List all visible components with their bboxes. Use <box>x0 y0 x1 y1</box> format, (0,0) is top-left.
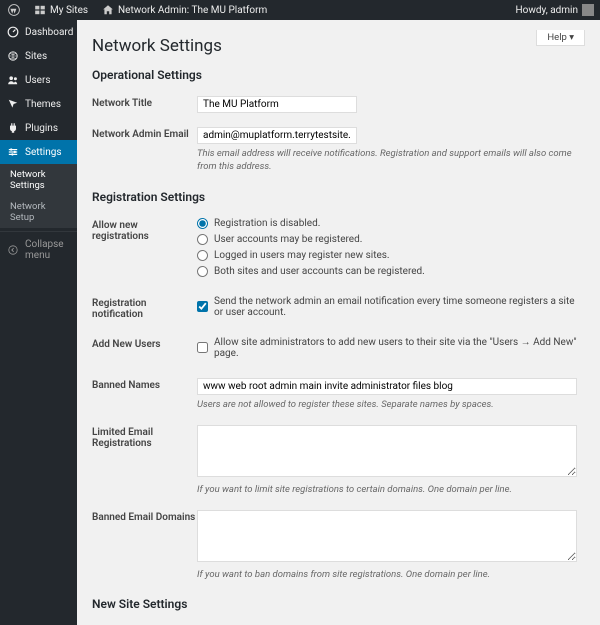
wordpress-icon <box>8 4 20 16</box>
submenu-network-setup[interactable]: Network Setup <box>0 196 77 228</box>
limited-email-label: Limited Email Registrations <box>92 425 197 496</box>
admin-sidebar: Dashboard Sites Users Themes Plugins Set… <box>0 20 77 625</box>
help-tab[interactable]: Help ▾ <box>536 30 585 46</box>
reg-opt: Both sites and user accounts can be regi… <box>214 266 425 277</box>
home-icon <box>102 4 114 16</box>
menu-label: Users <box>25 75 51 86</box>
add-users-label: Add New Users <box>92 337 197 364</box>
banned-names-input[interactable] <box>197 378 577 395</box>
reg-both-radio[interactable] <box>197 266 208 277</box>
menu-dashboard[interactable]: Dashboard <box>0 20 77 44</box>
reg-logged-radio[interactable] <box>197 250 208 261</box>
collapse-menu[interactable]: Collapse menu <box>0 231 77 268</box>
menu-label: Themes <box>25 99 61 110</box>
section-registration: Registration Settings <box>92 190 585 204</box>
submenu-network-settings[interactable]: Network Settings <box>0 164 77 196</box>
section-newsite: New Site Settings <box>92 597 585 611</box>
network-admin-link[interactable]: Network Admin: The MU Platform <box>98 4 271 16</box>
banned-domains-textarea[interactable] <box>197 510 577 562</box>
reg-notify-label: Registration notification <box>92 296 197 323</box>
reg-notify-checkbox[interactable] <box>197 301 208 312</box>
reg-notify-opt: Send the network admin an email notifica… <box>214 296 585 318</box>
menu-label: Sites <box>25 51 47 62</box>
my-sites-link[interactable]: My Sites <box>30 4 92 16</box>
menu-themes[interactable]: Themes <box>0 92 77 116</box>
settings-icon <box>7 146 19 158</box>
allow-reg-label: Allow new registrations <box>92 218 197 282</box>
admin-email-label: Network Admin Email <box>92 127 197 174</box>
admin-email-desc: This email address will receive notifica… <box>197 147 585 174</box>
avatar <box>582 4 594 16</box>
menu-label: Settings <box>25 147 62 158</box>
reg-opt: Registration is disabled. <box>214 218 320 229</box>
reg-disabled-radio[interactable] <box>197 218 208 229</box>
plugins-icon <box>7 122 19 134</box>
banned-names-desc: Users are not allowed to register these … <box>197 398 585 411</box>
menu-label: Dashboard <box>25 27 73 38</box>
settings-submenu: Network Settings Network Setup <box>0 164 77 228</box>
howdy-text: Howdy, admin <box>516 5 578 16</box>
admin-email-input[interactable] <box>197 127 357 144</box>
network-admin-label: Network Admin: The MU Platform <box>118 5 267 16</box>
wp-logo[interactable] <box>4 4 24 16</box>
main-content: Help ▾ Network Settings Operational Sett… <box>77 20 600 625</box>
account-link[interactable]: Howdy, admin <box>516 4 600 16</box>
admin-toolbar: My Sites Network Admin: The MU Platform … <box>0 0 600 20</box>
add-users-checkbox[interactable] <box>197 342 208 353</box>
limited-email-desc: If you want to limit site registrations … <box>197 483 585 496</box>
network-title-input[interactable] <box>197 96 357 113</box>
reg-users-radio[interactable] <box>197 234 208 245</box>
dashboard-icon <box>7 26 19 38</box>
menu-settings[interactable]: Settings <box>0 140 77 164</box>
menu-label: Plugins <box>25 123 58 134</box>
section-operational: Operational Settings <box>92 68 585 82</box>
collapse-label: Collapse menu <box>25 239 70 261</box>
sites-icon <box>34 4 46 16</box>
banned-names-label: Banned Names <box>92 378 197 411</box>
users-icon <box>7 74 19 86</box>
my-sites-label: My Sites <box>50 5 88 16</box>
menu-plugins[interactable]: Plugins <box>0 116 77 140</box>
banned-domains-label: Banned Email Domains <box>92 510 197 581</box>
network-title-label: Network Title <box>92 96 197 113</box>
reg-opt: Logged in users may register new sites. <box>214 250 390 261</box>
reg-opt: User accounts may be registered. <box>214 234 362 245</box>
menu-users[interactable]: Users <box>0 68 77 92</box>
add-users-opt: Allow site administrators to add new use… <box>214 337 585 359</box>
sites-menu-icon <box>7 50 19 62</box>
themes-icon <box>7 98 19 110</box>
collapse-icon <box>7 244 19 256</box>
page-title: Network Settings <box>92 36 585 56</box>
limited-email-textarea[interactable] <box>197 425 577 477</box>
banned-domains-desc: If you want to ban domains from site reg… <box>197 568 585 581</box>
menu-sites[interactable]: Sites <box>0 44 77 68</box>
